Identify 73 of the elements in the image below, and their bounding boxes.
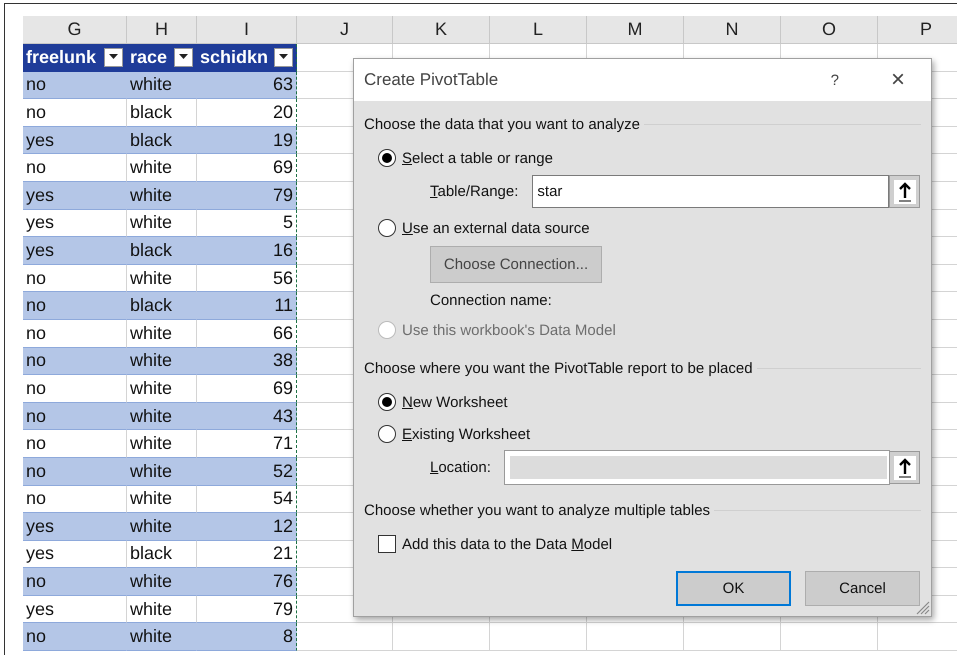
table-cell: yes bbox=[26, 543, 54, 564]
table-cell: no bbox=[26, 350, 46, 372]
table-cell: black bbox=[130, 543, 172, 564]
table-cell: 66 bbox=[272, 322, 293, 344]
table-cell: white bbox=[130, 460, 172, 482]
table-cell: white bbox=[130, 488, 172, 510]
column-header: freelunk bbox=[26, 46, 96, 68]
table-cell: no bbox=[26, 102, 46, 123]
column-header: race bbox=[130, 46, 168, 68]
table-cell: no bbox=[26, 295, 46, 316]
table-cell: 43 bbox=[272, 406, 293, 427]
table-cell: no bbox=[26, 378, 46, 399]
section-heading: Choose whether you want to analyze multiple tables bbox=[364, 502, 710, 518]
table-cell: yes bbox=[26, 516, 54, 537]
table-cell: white bbox=[130, 378, 172, 399]
table-cell: 79 bbox=[272, 184, 293, 206]
table-cell: black bbox=[130, 102, 172, 123]
table-cell: 20 bbox=[272, 102, 293, 123]
table-cell: 69 bbox=[272, 157, 293, 178]
table-cell: white bbox=[130, 406, 172, 427]
table-cell: 52 bbox=[272, 460, 293, 482]
table-cell: 11 bbox=[274, 295, 293, 316]
table-cell: no bbox=[26, 626, 46, 648]
table-cell: no bbox=[26, 488, 46, 510]
table-cell: white bbox=[130, 184, 172, 206]
table-cell: white bbox=[130, 516, 172, 537]
table-cell: no bbox=[26, 268, 46, 289]
table-cell: white bbox=[130, 433, 172, 454]
table-cell: black bbox=[130, 240, 172, 261]
table-cell: yes bbox=[26, 598, 54, 620]
table-cell: yes bbox=[26, 212, 54, 234]
table-cell: yes bbox=[26, 240, 54, 261]
table-cell: white bbox=[130, 571, 172, 592]
table-cell: 76 bbox=[272, 571, 293, 592]
table-cell: 8 bbox=[282, 626, 293, 648]
field-label: Table/Range: bbox=[430, 183, 518, 200]
column-header: schidkn bbox=[200, 46, 268, 68]
table-cell: no bbox=[26, 406, 46, 427]
table-cell: white bbox=[130, 212, 172, 234]
table-cell: 21 bbox=[272, 543, 293, 564]
table-cell: white bbox=[130, 626, 172, 648]
table-cell: white bbox=[130, 268, 172, 289]
table-cell: white bbox=[130, 322, 172, 344]
table-cell: 12 bbox=[272, 516, 293, 537]
table-cell: white bbox=[130, 598, 172, 620]
table-cell: 79 bbox=[272, 598, 293, 620]
dialog-title: Create PivotTable bbox=[364, 70, 500, 90]
table-cell: 54 bbox=[272, 488, 293, 510]
table-cell: 63 bbox=[272, 74, 293, 96]
table-cell: white bbox=[130, 350, 172, 372]
table-cell: 19 bbox=[272, 130, 293, 151]
table-cell: black bbox=[130, 130, 172, 151]
table-cell: no bbox=[26, 433, 46, 454]
table-cell: yes bbox=[26, 184, 54, 206]
table-cell: no bbox=[26, 571, 46, 592]
connection-name-label: Connection name: bbox=[430, 292, 552, 308]
table-cell: 56 bbox=[272, 268, 293, 289]
table-cell: no bbox=[26, 74, 46, 96]
table-cell: no bbox=[26, 322, 46, 344]
table-cell: 16 bbox=[272, 240, 293, 261]
section-heading: Choose where you want the PivotTable report to be placed bbox=[364, 360, 753, 376]
table-cell: 5 bbox=[282, 212, 293, 234]
table-cell: 38 bbox=[272, 350, 293, 372]
table-cell: black bbox=[130, 295, 172, 316]
table-cell: no bbox=[26, 157, 46, 178]
table-cell: white bbox=[130, 157, 172, 178]
table-cell: 71 bbox=[272, 433, 293, 454]
table-cell: no bbox=[26, 460, 46, 482]
table-cell: 69 bbox=[272, 378, 293, 399]
section-heading: Choose the data that you want to analyze bbox=[364, 116, 640, 132]
table-cell: white bbox=[130, 74, 172, 96]
table-cell: yes bbox=[26, 130, 54, 151]
field-label: Location: bbox=[430, 459, 491, 476]
